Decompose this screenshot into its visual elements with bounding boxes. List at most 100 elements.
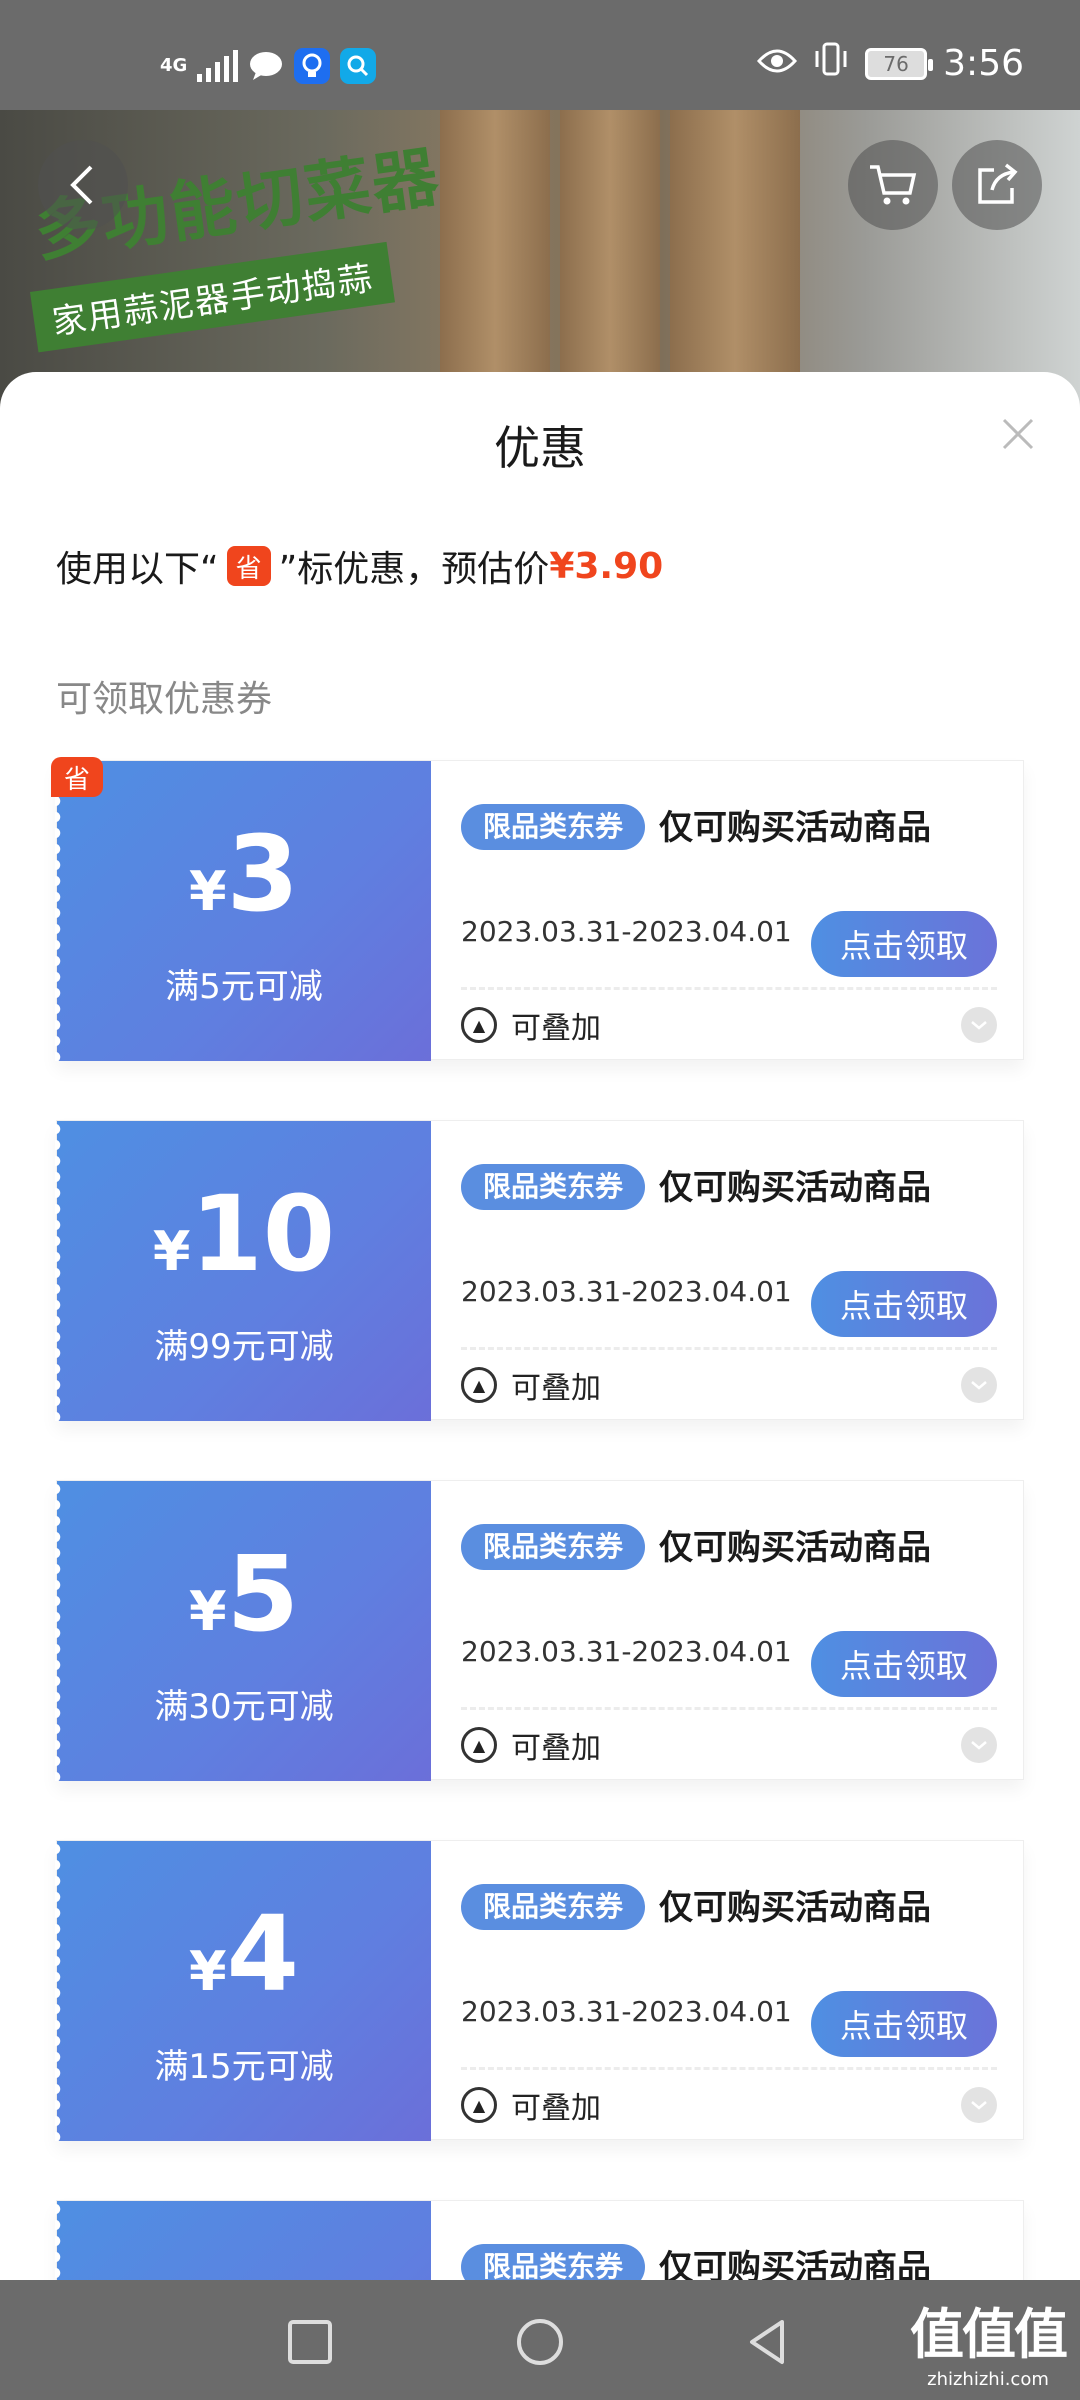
coupon-info: 限品类东券 仅可购买活动商品 [431,2201,1025,2280]
coupon-amount: ¥4 [57,1893,431,2015]
amount-value: 5 [226,1533,299,1655]
stack-label: 可叠加 [511,1371,601,1406]
status-left: 4G [160,48,377,84]
coupon-date-range: 2023.03.31-2023.04.01 [461,1995,792,2028]
coupon-tag: 限品类东券 [461,1524,646,1570]
claim-button[interactable]: 点击领取 [811,1991,997,2057]
coupon-card: ¥4 满15元可减 限品类东券 仅可购买活动商品 2023.03.31-2023.… [55,1840,1025,2141]
coupon-date-range: 2023.03.31-2023.04.01 [461,1635,792,1668]
chevron-down-icon [971,1741,987,1750]
share-button[interactable] [952,140,1042,230]
coupon-description: 限品类东券 仅可购买活动商品 [461,799,961,857]
stackable-info: ▲ 可叠加 [461,1003,601,1047]
coupon-info: 限品类东券 仅可购买活动商品 2023.03.31-2023.04.01 点击领取… [431,1121,1025,1421]
close-icon[interactable] [996,412,1040,456]
stack-icon: ▲ [461,1367,497,1403]
coupon-description: 限品类东券 仅可购买活动商品 [461,1159,961,1217]
signal-icon [197,50,239,82]
system-nav-bar: 值值值 zhizhizhi.com [0,2280,1080,2400]
coupon-info: 限品类东券 仅可购买活动商品 2023.03.31-2023.04.01 点击领取… [431,1841,1025,2141]
coupon-date-range: 2023.03.31-2023.04.01 [461,915,792,948]
coupon-amount: ¥3 [57,813,431,935]
coupon-description: 限品类东券 仅可购买活动商品 [461,1519,961,1577]
recents-icon[interactable] [284,2316,336,2368]
coupon-tag: 限品类东券 [461,1164,646,1210]
amount-value: 3 [226,813,299,935]
chat-icon [248,48,284,84]
stack-label: 可叠加 [511,1731,601,1766]
divider [461,1347,997,1350]
coupon-card: ¥10 满99元可减 限品类东券 仅可购买活动商品 2023.03.31-2023… [55,1120,1025,1421]
watermark-url: zhizhizhi.com [927,2369,1049,2390]
coupon-info: 限品类东券 仅可购买活动商品 2023.03.31-2023.04.01 点击领取… [431,1481,1025,1781]
lightbulb-icon [294,48,331,84]
stack-icon: ▲ [461,2087,497,2123]
cart-icon [870,165,917,205]
coupon-card: 省 ¥3 满5元可减 限品类东券 仅可购买活动商品 2023.03.31-2023… [51,757,1025,1061]
estimated-price: ¥3.90 [549,545,664,587]
share-icon [978,163,1018,204]
watermark-logo: 值值值 [910,2303,1068,2366]
home-icon[interactable] [514,2316,566,2368]
coupon-tag: 限品类东券 [461,804,646,850]
banner-board [560,110,660,410]
chevron-down-icon [971,1381,987,1390]
stack-label: 可叠加 [511,1011,601,1046]
amount-value: 10 [190,1173,336,1295]
divider [461,987,997,990]
clock: 3:56 [943,43,1024,84]
network-type: 4G [160,55,188,76]
currency-symbol: ¥ [189,860,227,923]
battery-icon: 76 [865,47,934,80]
chevron-down-icon [971,2101,987,2110]
sheet-title: 优惠 [494,421,586,475]
estimate-line: 使用以下“ 省 ”标优惠，预估价 ¥3.90 [56,540,663,592]
stack-label: 可叠加 [511,2091,601,2126]
cart-button[interactable] [848,140,938,230]
coupon-tag: 限品类东券 [461,1884,646,1930]
claim-button[interactable]: 点击领取 [811,911,997,977]
expand-button[interactable] [961,1007,997,1043]
back-icon [70,165,93,205]
coupon-info: 限品类东券 仅可购买活动商品 2023.03.31-2023.04.01 点击领取… [431,761,1025,1061]
claim-button[interactable]: 点击领取 [811,1271,997,1337]
section-label: 可领取优惠券 [56,679,273,720]
coupon-card: ¥5 满30元可减 限品类东券 仅可购买活动商品 2023.03.31-2023.… [55,1480,1025,1781]
banner-board [440,110,550,410]
chevron-down-icon [971,1021,987,1030]
coupon-value-panel: ¥3 满5元可减 [55,761,431,1061]
divider [461,1707,997,1710]
coupon-date-range: 2023.03.31-2023.04.01 [461,1275,792,1308]
save-corner-badge: 省 [51,757,103,797]
watermark: 值值值 zhizhizhi.com [910,2290,1068,2390]
status-bar: 4G 76 3:56 [0,0,1080,110]
expand-button[interactable] [961,1727,997,1763]
coupon-value-panel: ¥4 满15元可减 [55,1841,431,2141]
coupon-tag: 限品类东券 [461,2244,646,2280]
coupon-description: 限品类东券 仅可购买活动商品 [461,1879,961,1937]
eye-icon [757,43,798,84]
save-badge: 省 [226,546,271,586]
stackable-info: ▲ 可叠加 [461,1363,601,1407]
coupon-threshold: 满99元可减 [154,1327,334,1367]
coupon-sheet: 优惠 使用以下“ 省 ”标优惠，预估价 ¥3.90 可领取优惠券 省 ¥3 满5… [0,372,1080,2280]
status-right: 76 3:56 [757,42,1024,85]
stackable-info: ▲ 可叠加 [461,1723,601,1767]
coupon-desc-text: 仅可购买活动商品 [659,808,932,848]
banner-board [670,110,800,410]
stackable-info: ▲ 可叠加 [461,2083,601,2127]
coupon-desc-text: 仅可购买活动商品 [659,1168,932,1208]
coupon-threshold: 满5元可减 [165,967,323,1007]
product-banner: 多功能切菜器 家用蒜泥器手动捣蒜 [0,110,1080,410]
currency-symbol: ¥ [152,1220,191,1283]
coupon-value-panel: ¥5 满30元可减 [55,1481,431,1781]
currency-symbol: ¥ [189,1580,227,1643]
expand-button[interactable] [961,2087,997,2123]
expand-button[interactable] [961,1367,997,1403]
search-app-icon [340,48,377,84]
currency-symbol: ¥ [189,1940,227,2003]
back-button[interactable] [38,140,128,230]
coupon-threshold: 满15元可减 [154,2047,334,2087]
back-nav-icon[interactable] [742,2316,794,2368]
claim-button[interactable]: 点击领取 [811,1631,997,1697]
